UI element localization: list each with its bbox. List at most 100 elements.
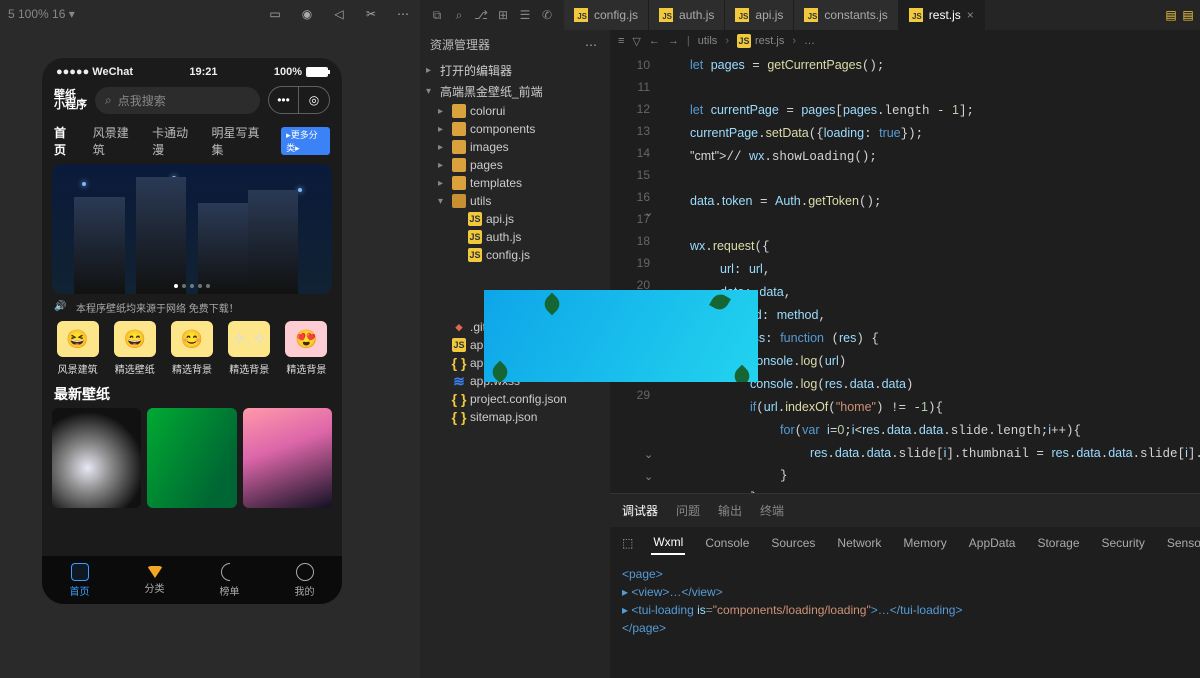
category-item[interactable]: 😍精选背景: [281, 321, 332, 376]
category-item[interactable]: ✧.✧精选背景: [224, 321, 275, 376]
wxss-icon: ≋: [452, 374, 466, 388]
files-icon[interactable]: ⧉: [428, 6, 446, 24]
tree-folder[interactable]: ▸pages: [420, 156, 610, 174]
breadcrumb[interactable]: ≡ ▽ ← → | utils› JSrest.js› …: [610, 30, 1200, 52]
tab-me[interactable]: 我的: [267, 556, 342, 604]
editor-tab[interactable]: JSconfig.js: [564, 0, 649, 30]
nav-more-button[interactable]: ▸更多分类▸: [281, 127, 330, 155]
tree-file-js[interactable]: JSapi.js: [420, 210, 610, 228]
app-header: 壁纸小程序 ⌕ 点我搜索 ••• ◎: [42, 82, 342, 118]
bookmark-icon[interactable]: ▽: [632, 35, 640, 48]
ext-icon[interactable]: ⊞: [494, 6, 512, 24]
panel-tab-problems[interactable]: 问题: [676, 498, 700, 523]
mute-icon[interactable]: ◁: [330, 5, 348, 23]
close-icon[interactable]: ×: [967, 8, 974, 22]
subtab-network[interactable]: Network: [835, 532, 883, 554]
subtab-storage[interactable]: Storage: [1035, 532, 1081, 554]
tree-section-header[interactable]: ▾高端黑金壁纸_前端: [420, 81, 610, 102]
panel-tab-terminal[interactable]: 终端: [760, 498, 784, 523]
nav-item-celeb[interactable]: 明星写真集: [211, 124, 263, 158]
nav-item-anime[interactable]: 卡通动漫: [152, 124, 193, 158]
forward-icon[interactable]: →: [668, 35, 679, 47]
battery-pct: 100%: [274, 66, 302, 78]
fold-icon[interactable]: ⌄: [644, 448, 653, 461]
json-icon: { }: [452, 410, 466, 424]
hero-banner[interactable]: [52, 164, 332, 294]
capsule-close-icon[interactable]: ◎: [299, 87, 329, 113]
cut-icon[interactable]: ✂: [362, 5, 380, 23]
record-icon[interactable]: ◉: [298, 5, 316, 23]
fold-icon[interactable]: ⌄: [644, 206, 653, 219]
tree-file-js[interactable]: JSauth.js: [420, 228, 610, 246]
json-icon: { }: [452, 392, 466, 406]
subtab-sources[interactable]: Sources: [769, 532, 817, 554]
wallpaper-thumb[interactable]: [243, 408, 332, 508]
wxml-tree[interactable]: <page> ▸ <view>…</view> ▸ <tui-loading i…: [610, 559, 1200, 678]
editor-tab[interactable]: JSconstants.js: [794, 0, 898, 30]
branch-icon[interactable]: ⎇: [472, 6, 490, 24]
tab-category[interactable]: 分类: [117, 556, 192, 604]
explorer-more-icon[interactable]: ⋯: [582, 36, 600, 54]
tree-folder[interactable]: ▸templates: [420, 174, 610, 192]
js-icon: JS: [468, 212, 482, 226]
search-icon[interactable]: ⌕: [450, 6, 468, 24]
folder-icon: [452, 158, 466, 172]
editor-tab[interactable]: JSapi.js: [725, 0, 794, 30]
js-icon: JS: [804, 8, 818, 22]
js-icon: JS: [659, 8, 673, 22]
outline-icon[interactable]: ☰: [516, 6, 534, 24]
nav-item-home[interactable]: 首页: [54, 124, 75, 158]
subtab-appdata[interactable]: AppData: [967, 532, 1018, 554]
tab-home[interactable]: 首页: [42, 556, 117, 604]
back-icon[interactable]: ←: [649, 35, 660, 47]
tree-folder[interactable]: ▾utils: [420, 192, 610, 210]
announce-text: 本程序壁纸均来源于网络 免费下载！: [76, 300, 239, 315]
debug-panel: 调试器 问题 输出 终端 ⬚ Wxml Console Sources Netw…: [610, 493, 1200, 678]
nav-item-scenery[interactable]: 风景建筑: [93, 124, 134, 158]
search-input[interactable]: ⌕ 点我搜索: [95, 87, 260, 114]
fold-icon[interactable]: ⌄: [644, 470, 653, 483]
wechat-capsule[interactable]: ••• ◎: [268, 86, 330, 114]
json-icon: { }: [452, 356, 466, 370]
zoom-info[interactable]: 5 100% 16 ▾: [8, 7, 75, 21]
js-icon: JS: [468, 248, 482, 262]
folder-icon: [452, 122, 466, 136]
cloud-icon[interactable]: ✆: [538, 6, 556, 24]
status-bar: ●●●●● WeChat 19:21 100%: [42, 58, 342, 82]
inspect-icon[interactable]: ⬚: [622, 534, 633, 552]
tree-file-json[interactable]: { }project.config.json: [420, 390, 610, 408]
tree-folder[interactable]: ▸colorui: [420, 102, 610, 120]
tree-folder[interactable]: ▸images: [420, 138, 610, 156]
clock: 19:21: [189, 66, 217, 78]
editor-tab[interactable]: JSrest.js×: [899, 0, 985, 30]
tree-folder[interactable]: ▸components: [420, 120, 610, 138]
editor-tab[interactable]: JSauth.js: [649, 0, 725, 30]
tree-file-json[interactable]: { }sitemap.json: [420, 408, 610, 426]
category-item[interactable]: 😊精选背景: [166, 321, 217, 376]
line-gutter: 10111213141516171819202526272829: [610, 52, 660, 493]
outline-toggle-icon[interactable]: ≡: [618, 35, 624, 47]
panel-files-icon[interactable]: ▤: [1164, 6, 1182, 24]
category-item[interactable]: 😄精选壁纸: [109, 321, 160, 376]
tree-section-header[interactable]: ▸打开的编辑器: [420, 60, 610, 81]
panel-files-icon[interactable]: ▤: [1182, 6, 1200, 24]
subtab-memory[interactable]: Memory: [901, 532, 948, 554]
panel-tab-debugger[interactable]: 调试器: [622, 498, 658, 523]
git-icon: ◆: [452, 320, 466, 334]
panel-tab-output[interactable]: 输出: [718, 498, 742, 523]
device-icon[interactable]: ▭: [266, 5, 284, 23]
phone-frame: ●●●●● WeChat 19:21 100% 壁纸小程序 ⌕ 点我搜索 •••…: [42, 58, 342, 604]
subtab-console[interactable]: Console: [703, 532, 751, 554]
tree-file-js[interactable]: JSconfig.js: [420, 246, 610, 264]
wallpaper-thumb[interactable]: [52, 408, 141, 508]
subtab-wxml[interactable]: Wxml: [651, 531, 685, 555]
code-editor[interactable]: ⌄ ⌄ ⌄ 10111213141516171819202526272829 l…: [610, 52, 1200, 493]
capsule-more-icon[interactable]: •••: [269, 87, 299, 113]
subtab-security[interactable]: Security: [1100, 532, 1147, 554]
wallpaper-thumb[interactable]: [147, 408, 236, 508]
more-icon[interactable]: ⋯: [394, 5, 412, 23]
category-item[interactable]: 😆风景建筑: [52, 321, 103, 376]
subtab-sensor[interactable]: Sensor: [1165, 532, 1200, 554]
js-icon: JS: [737, 34, 751, 48]
tab-rank[interactable]: 榜单: [192, 556, 267, 604]
